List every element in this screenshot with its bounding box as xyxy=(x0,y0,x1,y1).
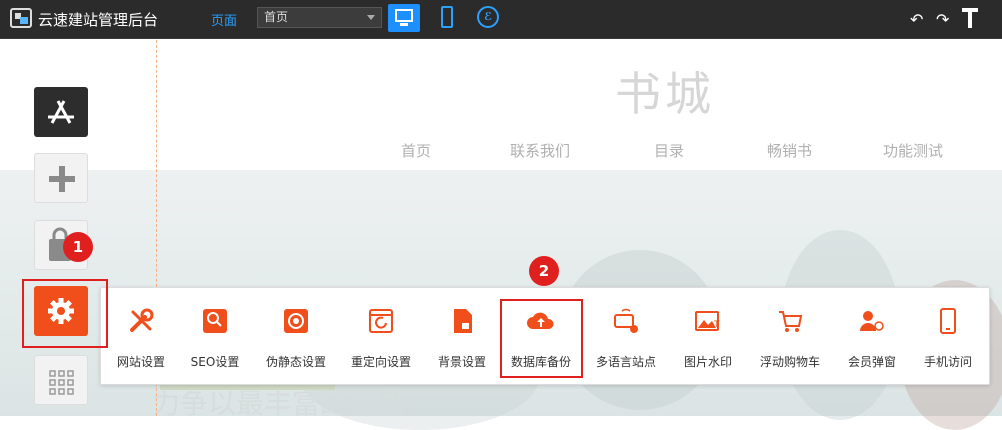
svg-text:T: T xyxy=(713,320,720,330)
panel-item-redirect[interactable]: 重定向设置 xyxy=(341,288,421,384)
phone-icon xyxy=(940,308,956,334)
keyboard-gear-icon xyxy=(614,308,638,333)
page-label: 页面 xyxy=(211,14,238,29)
cart-icon xyxy=(779,311,803,332)
redo-icon[interactable]: ↷ xyxy=(936,10,949,29)
panel-item-seo[interactable]: SEO设置 xyxy=(181,288,249,384)
panel-item-site-settings[interactable]: 网站设置 xyxy=(105,288,177,384)
panel-item-label: 背景设置 xyxy=(437,355,486,369)
panel-item-label: 会员弹窗 xyxy=(847,355,896,369)
desktop-view-button[interactable] xyxy=(388,4,420,32)
hero-caption: 力争以最丰富的选品 xyxy=(152,387,405,420)
panel-item-label: 网站设置 xyxy=(116,355,165,369)
app-store-icon xyxy=(48,100,74,124)
panel-item-watermark[interactable]: T 图片水印 xyxy=(673,288,743,384)
seo-search-icon xyxy=(203,309,227,333)
tools-icon xyxy=(130,308,154,332)
panel-item-rewrite[interactable]: 伪静态设置 xyxy=(257,288,335,384)
callout-badge-1: 1 xyxy=(63,232,93,262)
nav-item-catalog[interactable]: 目录 xyxy=(654,140,684,161)
pin-icon[interactable] xyxy=(962,8,978,28)
panel-item-label: 重定向设置 xyxy=(350,355,411,369)
panel-item-float-cart[interactable]: 浮动购物车 xyxy=(749,288,831,384)
app-store-button[interactable] xyxy=(34,87,88,137)
undo-icon[interactable]: ↶ xyxy=(910,10,923,29)
nav-item-contact[interactable]: 联系我们 xyxy=(510,140,570,161)
grid-icon xyxy=(49,370,74,395)
panel-item-multilang[interactable]: 多语言站点 xyxy=(587,288,665,384)
app-title: 云速建站管理后台 xyxy=(38,11,159,29)
nav-item-feature-test[interactable]: 功能测试 xyxy=(883,140,943,161)
background-icon xyxy=(454,309,472,333)
chevron-down-icon xyxy=(367,15,375,20)
panel-item-label: 手机访问 xyxy=(923,355,972,369)
highlight-settings-button xyxy=(22,279,108,348)
add-element-button[interactable] xyxy=(34,153,88,203)
panel-item-label: 多语言站点 xyxy=(595,355,656,369)
nav-item-bestsellers[interactable]: 畅销书 xyxy=(767,140,812,161)
image-watermark-icon: T xyxy=(695,311,720,331)
panel-item-background[interactable]: 背景设置 xyxy=(427,288,497,384)
nav-item-home[interactable]: 首页 xyxy=(401,140,431,161)
wechat-icon[interactable]: ℰ xyxy=(477,6,499,28)
rewrite-icon xyxy=(284,309,308,333)
panel-item-label: SEO设置 xyxy=(190,355,240,369)
site-title: 书城 xyxy=(615,67,715,121)
member-popup-icon xyxy=(860,311,884,331)
mobile-icon[interactable] xyxy=(441,6,453,28)
page-select-value: 首页 xyxy=(264,10,289,24)
callout-badge-2: 2 xyxy=(529,256,559,286)
panel-item-label: 图片水印 xyxy=(683,355,732,369)
redirect-icon xyxy=(369,309,393,333)
highlight-db-backup xyxy=(500,299,583,378)
panel-item-mobile-access[interactable]: 手机访问 xyxy=(911,288,985,384)
panel-item-member-popup[interactable]: 会员弹窗 xyxy=(837,288,907,384)
page-select[interactable]: 首页 xyxy=(257,7,382,28)
apps-grid-button[interactable] xyxy=(34,355,88,405)
panel-item-label: 浮动购物车 xyxy=(759,355,820,369)
site-logo-icon xyxy=(10,8,32,28)
top-toolbar: 云速建站管理后台 页面 首页 ℰ ↶ ↷ xyxy=(0,0,1002,39)
panel-item-label: 伪静态设置 xyxy=(265,355,326,369)
desktop-icon xyxy=(395,9,413,22)
